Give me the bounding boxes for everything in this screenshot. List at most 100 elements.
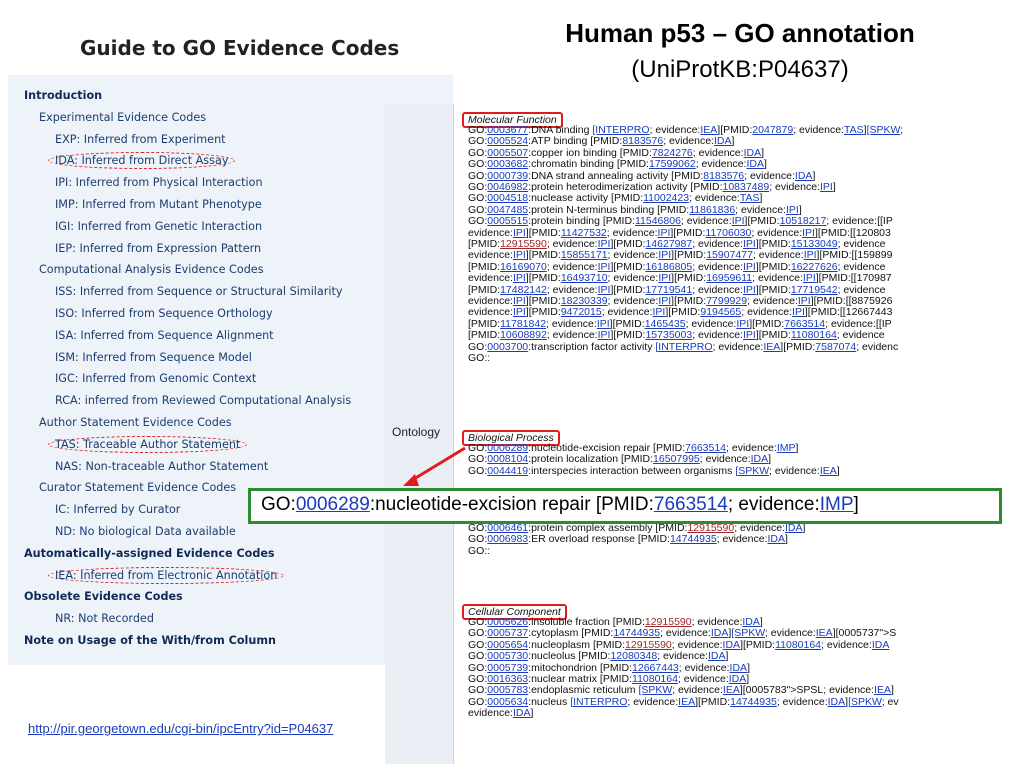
toc-item[interactable]: IGC: Inferred from Genomic Context <box>55 372 256 385</box>
annotation-link[interactable]: IMP <box>777 442 796 454</box>
annotation-link[interactable]: 18230339 <box>561 295 608 307</box>
annotation-link[interactable]: IEA <box>874 684 891 696</box>
annotation-link[interactable]: 12915590 <box>500 238 547 250</box>
annotation-link[interactable]: IPI <box>598 284 611 296</box>
toc-item[interactable]: Introduction <box>24 89 102 102</box>
annotation-link[interactable]: IDA <box>828 696 846 708</box>
annotation-link[interactable]: 16227626 <box>791 261 838 273</box>
annotation-link[interactable]: IDA <box>751 453 769 465</box>
annotation-link[interactable]: 0006289 <box>487 442 528 454</box>
annotation-link[interactable]: IDA <box>729 673 747 685</box>
annotation-link[interactable]: 12915590 <box>625 639 672 651</box>
toc-item[interactable]: Curator Statement Evidence Codes <box>39 481 236 494</box>
toc-item[interactable]: Experimental Evidence Codes <box>39 111 206 124</box>
toc-item[interactable]: IMP: Inferred from Mutant Phenotype <box>55 198 262 211</box>
annotation-link[interactable]: 14744935 <box>730 696 777 708</box>
annotation-link[interactable]: 7663514 <box>784 318 825 330</box>
annotation-link[interactable]: IDA <box>742 616 760 628</box>
annotation-link[interactable]: 11546806 <box>635 215 681 227</box>
annotation-link[interactable]: 1465435 <box>645 318 686 330</box>
annotation-link[interactable]: 8183576 <box>622 135 663 147</box>
annotation-link[interactable]: IPI <box>598 329 611 341</box>
annotation-link[interactable]: 7663514 <box>685 442 726 454</box>
annotation-link[interactable]: IDA <box>711 627 729 639</box>
annotation-link[interactable]: IDA <box>746 158 764 170</box>
annotation-link[interactable]: 17719542 <box>791 284 838 296</box>
annotation-link[interactable]: [INTERPRO <box>570 696 627 708</box>
annotation-link[interactable]: IPI <box>786 204 799 216</box>
annotation-link[interactable]: IDA <box>730 662 748 674</box>
annotation-link[interactable]: 11002423 <box>643 192 689 204</box>
toc-item[interactable]: ISO: Inferred from Sequence Orthology <box>55 307 273 320</box>
annotation-link[interactable]: IDA <box>872 639 890 651</box>
annotation-link[interactable]: TAS <box>740 192 760 204</box>
toc-item[interactable]: ISS: Inferred from Sequence or Structura… <box>55 285 343 298</box>
toc-item[interactable]: IEA: Inferred from Electronic Annotation <box>48 566 285 584</box>
annotation-link[interactable]: 11427532 <box>561 227 607 239</box>
annotation-link[interactable]: 7587074 <box>815 341 856 353</box>
annotation-link[interactable]: 14627987 <box>645 238 692 250</box>
annotation-link[interactable]: 0005524 <box>487 135 528 147</box>
annotation-link[interactable]: IPI <box>513 249 526 261</box>
annotation-link[interactable]: 15907477 <box>706 249 753 261</box>
annotation-link[interactable]: IEA <box>723 684 740 696</box>
annotation-link[interactable]: IPI <box>743 261 756 273</box>
annotation-link[interactable]: 0005730 <box>487 650 528 662</box>
toc-item[interactable]: TAS: Traceable Author Statement <box>48 435 248 453</box>
annotation-link[interactable]: 11861836 <box>689 204 735 216</box>
annotation-link[interactable]: 0005515 <box>487 215 528 227</box>
annotation-link[interactable]: 0008104 <box>487 453 528 465</box>
source-url-link[interactable]: http://pir.georgetown.edu/cgi-bin/ipcEnt… <box>28 721 333 736</box>
annotation-link[interactable]: IPI <box>743 329 756 341</box>
annotation-link[interactable]: 0044419 <box>487 465 528 477</box>
annotation-link[interactable]: 17599062 <box>649 158 696 170</box>
annotation-link[interactable]: 15855171 <box>561 249 608 261</box>
annotation-link[interactable]: IDA <box>795 170 813 182</box>
toc-item[interactable]: IEP: Inferred from Expression Pattern <box>55 242 261 255</box>
annotation-link[interactable]: IPI <box>513 295 526 307</box>
annotation-link[interactable]: 0005737 <box>487 627 528 639</box>
annotation-link[interactable]: 15735003 <box>645 329 692 341</box>
toc-item[interactable]: IDA: Inferred from Direct Assay <box>48 152 236 170</box>
annotation-link[interactable]: 11781842 <box>500 318 546 330</box>
annotation-link[interactable]: IDA <box>744 147 762 159</box>
annotation-link[interactable]: 14744935 <box>613 627 660 639</box>
annotation-link[interactable]: 0003677 <box>487 124 528 136</box>
annotation-link[interactable]: 16169070 <box>500 261 547 273</box>
annotation-link[interactable]: 10837489 <box>722 181 769 193</box>
annotation-link[interactable]: [SPKW <box>731 627 765 639</box>
annotation-link[interactable]: IPI <box>598 261 611 273</box>
toc-item[interactable]: IPI: Inferred from Physical Interaction <box>55 176 263 189</box>
annotation-link[interactable]: 0000739 <box>487 170 528 182</box>
callout-pmid-link[interactable]: 7663514 <box>654 494 728 515</box>
toc-item[interactable]: RCA: inferred from Reviewed Computationa… <box>55 394 351 407</box>
annotation-link[interactable]: 11706030 <box>705 227 751 239</box>
annotation-link[interactable]: IEA <box>700 124 717 136</box>
annotation-link[interactable]: 12915590 <box>645 616 692 628</box>
annotation-link[interactable]: 0047485 <box>487 204 528 216</box>
annotation-link[interactable]: 0004518 <box>487 192 528 204</box>
annotation-link[interactable]: 14744935 <box>670 533 717 545</box>
annotation-link[interactable]: 11080164 <box>775 639 821 651</box>
annotation-link[interactable]: IEA <box>816 627 833 639</box>
annotation-link[interactable]: IPI <box>798 295 811 307</box>
callout-evidence-link[interactable]: IMP <box>820 494 854 515</box>
annotation-link[interactable]: 0005739 <box>487 662 528 674</box>
toc-item[interactable]: Automatically-assigned Evidence Codes <box>24 547 275 560</box>
toc-item[interactable]: IC: Inferred by Curator <box>55 503 180 516</box>
annotation-link[interactable]: 16959611 <box>706 272 752 284</box>
annotation-link[interactable]: IDA <box>723 639 741 651</box>
annotation-link[interactable]: IPI <box>513 227 526 239</box>
annotation-link[interactable]: IPI <box>513 272 526 284</box>
annotation-link[interactable]: IPI <box>513 306 526 318</box>
annotation-link[interactable]: IPI <box>732 215 745 227</box>
annotation-link[interactable]: 0005783 <box>487 684 528 696</box>
annotation-link[interactable]: 16507995 <box>653 453 700 465</box>
annotation-link[interactable]: 0003700 <box>487 341 528 353</box>
annotation-link[interactable]: [INTERPRO <box>655 341 712 353</box>
annotation-link[interactable]: 10608892 <box>500 329 547 341</box>
annotation-link[interactable]: IPI <box>802 227 815 239</box>
annotation-link[interactable]: IEA <box>820 465 837 477</box>
toc-item[interactable]: ISM: Inferred from Sequence Model <box>55 351 252 364</box>
annotation-link[interactable]: IDA <box>708 650 726 662</box>
